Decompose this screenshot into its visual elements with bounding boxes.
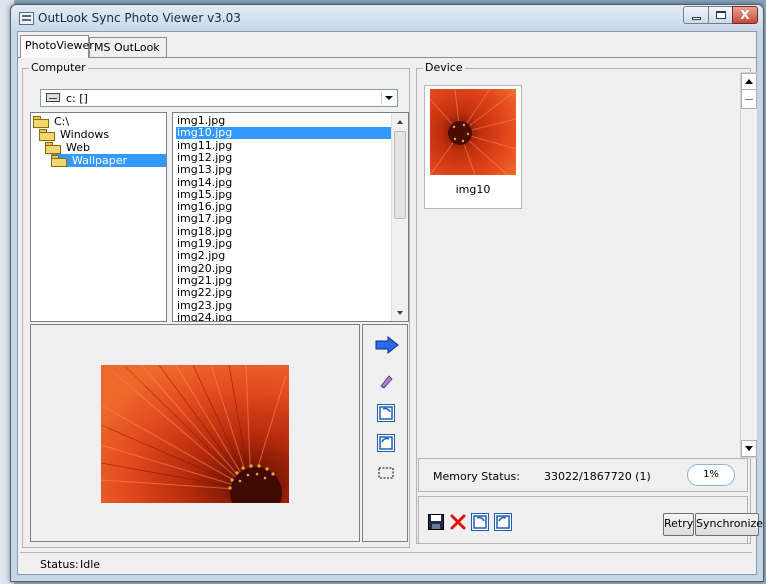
- client-area: PhotoViewer MS OutLook Computer c: [] C:…: [17, 31, 763, 575]
- minimize-icon: [691, 16, 701, 20]
- folder-icon: [45, 142, 61, 154]
- file-list-item[interactable]: img23.jpg: [176, 299, 393, 312]
- file-list-item[interactable]: img19.jpg: [176, 238, 393, 250]
- app-window: OutLook Sync Photo Viewer v3.03 X PhotoV…: [10, 4, 764, 582]
- maximize-button[interactable]: [708, 6, 733, 24]
- tab-photoviewer[interactable]: PhotoViewer: [20, 35, 94, 58]
- minimize-button[interactable]: [683, 6, 709, 24]
- maximize-icon: [715, 11, 726, 19]
- device-thumbnail[interactable]: img10: [424, 85, 522, 209]
- memory-status-label: Memory Status:: [433, 470, 520, 483]
- device-thumbnail-image: [430, 89, 516, 175]
- preview-panel: [30, 324, 360, 542]
- folder-label: Wallpaper: [72, 154, 128, 167]
- computer-group-label: Computer: [29, 61, 88, 74]
- file-list-item[interactable]: img18.jpg: [176, 225, 393, 238]
- file-list-item[interactable]: img17.jpg: [176, 213, 393, 225]
- preview-image: [101, 365, 289, 503]
- file-list-item[interactable]: img22.jpg: [176, 287, 393, 299]
- drive-select[interactable]: c: []: [40, 89, 398, 107]
- close-icon: X: [740, 8, 750, 22]
- folder-tree-node[interactable]: Windows: [39, 128, 111, 141]
- folder-icon: [39, 129, 55, 141]
- synchronize-button[interactable]: Synchronize: [695, 513, 763, 536]
- status-value: Idle: [80, 558, 101, 571]
- window-title: OutLook Sync Photo Viewer v3.03: [38, 11, 241, 25]
- file-list-item[interactable]: img1.jpg: [176, 115, 393, 127]
- folder-icon: [51, 155, 67, 167]
- folder-tree-node[interactable]: C:\: [33, 115, 71, 128]
- file-list-item[interactable]: img2.jpg: [176, 250, 393, 262]
- drive-value: c: []: [66, 92, 88, 105]
- device-group-label: Device: [423, 61, 465, 74]
- delete-icon[interactable]: [449, 513, 467, 531]
- rotate-right-icon[interactable]: [376, 403, 396, 423]
- device-scrollbar[interactable]: [740, 72, 758, 458]
- file-list-item[interactable]: img20.jpg: [176, 262, 393, 275]
- app-icon: [19, 12, 34, 25]
- file-list-item[interactable]: img13.jpg: [176, 164, 393, 176]
- file-list-item[interactable]: img14.jpg: [176, 176, 393, 189]
- file-list-item[interactable]: img10.jpg: [176, 127, 393, 140]
- device-action-panel: Retry Synchronize: [418, 496, 763, 544]
- folder-tree-node[interactable]: Wallpaper: [51, 154, 166, 167]
- folder-label: C:\: [54, 115, 70, 128]
- file-list-item[interactable]: img24.jpg: [176, 311, 393, 321]
- file-list-item[interactable]: img21.jpg: [176, 274, 393, 287]
- scroll-thumb[interactable]: [741, 89, 757, 109]
- scroll-up-icon[interactable]: [741, 73, 757, 90]
- file-list-item[interactable]: img16.jpg: [176, 201, 393, 213]
- rotate-right-icon[interactable]: [471, 513, 489, 531]
- file-list-item[interactable]: img11.jpg: [176, 139, 393, 152]
- tool-column: [362, 324, 408, 542]
- folder-icon: [33, 116, 49, 128]
- folder-tree-node[interactable]: Web: [45, 141, 92, 154]
- rotate-left-icon[interactable]: [376, 433, 396, 453]
- file-list-item[interactable]: img15.jpg: [176, 188, 393, 201]
- scroll-down-icon[interactable]: [392, 305, 408, 321]
- eraser-icon[interactable]: [376, 371, 396, 391]
- title-bar[interactable]: OutLook Sync Photo Viewer v3.03 X: [11, 5, 763, 31]
- scroll-thumb[interactable]: [394, 131, 406, 219]
- folder-tree[interactable]: C:\ Windows Web Wallpaper: [30, 112, 167, 322]
- chevron-down-icon[interactable]: [381, 91, 396, 105]
- status-label: Status:: [40, 558, 79, 571]
- folder-label: Web: [66, 141, 90, 154]
- memory-usage-gauge: 1%: [687, 464, 735, 486]
- memory-status-value: 33022/1867720 (1): [544, 470, 651, 483]
- retry-button[interactable]: Retry: [663, 513, 694, 536]
- file-list-item[interactable]: img12.jpg: [176, 151, 393, 164]
- file-list[interactable]: img1.jpg img10.jpg img11.jpg img12.jpg img13…: [172, 112, 409, 322]
- send-arrow-icon[interactable]: [375, 335, 399, 355]
- close-button[interactable]: X: [732, 6, 758, 24]
- rotate-left-icon[interactable]: [494, 513, 512, 531]
- save-icon[interactable]: [427, 513, 445, 531]
- memory-status-panel: Memory Status: 33022/1867720 (1) 1%: [418, 458, 748, 492]
- scroll-up-icon[interactable]: [392, 114, 408, 130]
- status-bar: Status: Idle: [20, 552, 752, 572]
- scroll-down-icon[interactable]: [741, 440, 757, 457]
- folder-label: Windows: [60, 128, 110, 141]
- tab-divider: [18, 57, 756, 58]
- crop-icon[interactable]: [376, 463, 396, 483]
- drive-icon: [46, 93, 60, 102]
- tab-ms-outlook[interactable]: MS OutLook: [89, 37, 167, 57]
- file-list-scrollbar[interactable]: [391, 113, 408, 321]
- device-thumbnail-label: img10: [455, 183, 491, 196]
